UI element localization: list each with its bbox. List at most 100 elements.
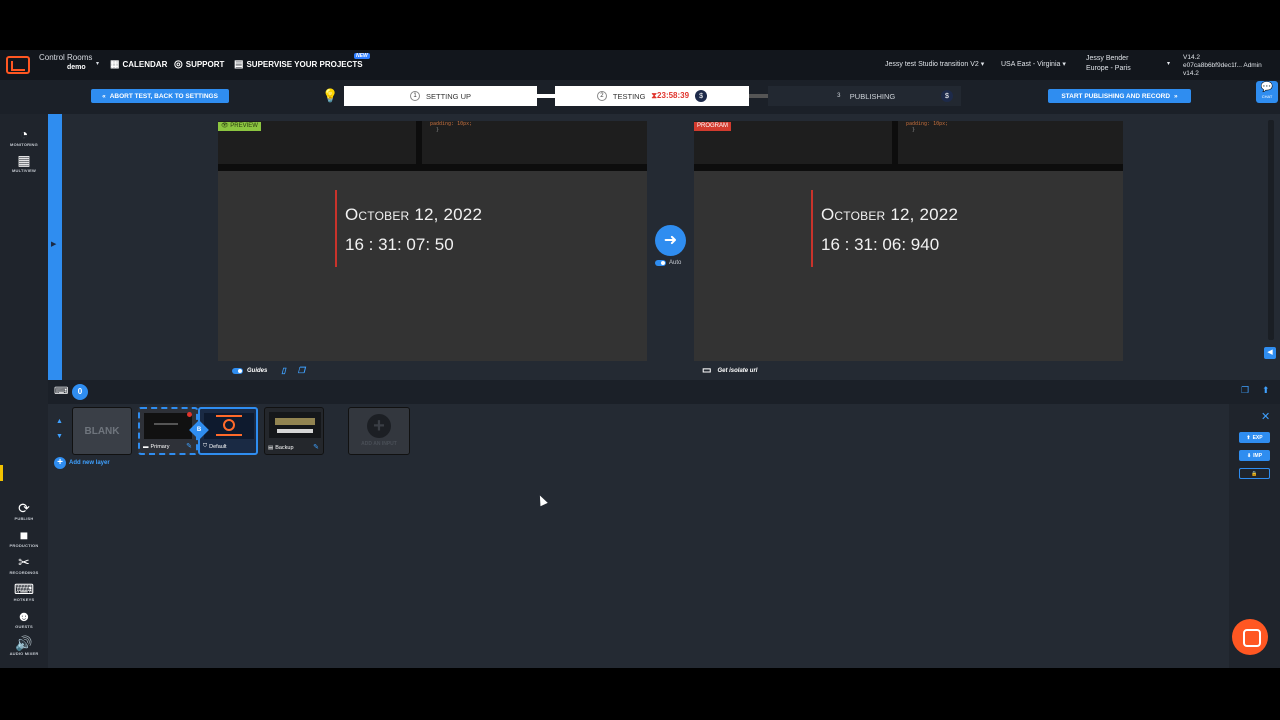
import-button[interactable]: ⬇ IMP [1239, 450, 1270, 461]
sidebar-item-hotkeys[interactable]: ⌨ HOTKEYS [4, 581, 44, 602]
sidebar-item-label: GUESTS [15, 624, 33, 629]
camera-icon: ▬ [143, 444, 149, 450]
layer-down-arrow-icon[interactable]: ▼ [56, 433, 63, 440]
user-menu[interactable]: Jessy Bender Europe - Paris [1086, 54, 1131, 74]
program-monitor[interactable]: padding: 10px; } October 12, 2022 16 : 3… [694, 121, 1123, 361]
guides-toggle[interactable]: Guides ▯ ❐ [232, 366, 305, 375]
help-chat-button[interactable] [1232, 619, 1268, 655]
default-thumbnail [204, 413, 254, 439]
sidebar-item-recordings[interactable]: ✂ RECORDINGS [4, 554, 44, 575]
copy-icon[interactable]: ❐ [298, 366, 305, 375]
isolate-url-link[interactable]: ▭ Get isolate url [702, 365, 757, 376]
layers-toolbar: ⌨ 0 ❐ ⬆ [48, 380, 1280, 404]
abort-test-button[interactable]: « ABORT TEST, BACK TO SETTINGS [91, 89, 229, 103]
mobile-icon[interactable]: ▯ [281, 366, 285, 375]
switch-diamond-icon[interactable]: B [189, 420, 209, 440]
step-connector [537, 94, 555, 98]
step-label: SETTING UP [425, 91, 471, 101]
recordings-icon: ✂ [18, 554, 30, 570]
export-button[interactable]: ⬆ EXP [1239, 432, 1270, 443]
program-time: 16 : 31: 06: 940 [821, 235, 940, 254]
sidebar-item-production[interactable]: ■ PRODUCTION [4, 527, 44, 548]
sidebar-item-guests[interactable]: ☻ GUESTS [4, 608, 44, 629]
arrow-up-icon[interactable]: ⬆ [1262, 385, 1270, 396]
start-publishing-label: START PUBLISHING AND RECORD [1061, 92, 1171, 100]
scrollbar[interactable] [1268, 120, 1274, 340]
sidebar-item-label: MULTIVIEW [12, 168, 36, 173]
copy-icon[interactable]: ❐ [1241, 385, 1249, 396]
preview-tag: 👁 PREVIEW [218, 122, 261, 131]
left-sidebar: ◔ MONITORING ▦ MULTIVIEW ⟳ PUBLISH ■ PRO… [0, 114, 48, 668]
edit-pencil-icon[interactable]: ✎ [186, 442, 192, 450]
collapse-panel-handle[interactable]: ▶ [48, 114, 62, 380]
lock-button[interactable]: 🔒 [1239, 468, 1270, 479]
auto-toggle[interactable]: Auto [655, 260, 681, 266]
default-label: ⛉ Default [203, 443, 227, 450]
step-testing[interactable]: 2 TESTING ⧗23:58:39 $ [555, 86, 749, 106]
blank-label: BLANK [84, 425, 120, 437]
lightbulb-icon[interactable]: 💡 [322, 88, 338, 104]
chat-label: CHAT [1261, 94, 1273, 99]
publish-icon: ⟳ [18, 500, 30, 516]
thumb-bar [277, 429, 313, 433]
add-input-label: ADD AN INPUT [361, 441, 397, 447]
production-icon: ■ [19, 527, 29, 543]
primary-label: ▬ Primary [143, 444, 169, 450]
plus-circle-icon: + [367, 414, 391, 438]
download-icon: ⬇ [1246, 452, 1252, 459]
step-publishing[interactable]: 3 PUBLISHING $ [768, 86, 961, 106]
sidebar-item-monitoring[interactable]: ◔ MONITORING [4, 126, 44, 147]
brand-name: Control Rooms [39, 53, 93, 62]
abort-test-label: ABORT TEST, BACK TO SETTINGS [109, 92, 218, 100]
sidebar-item-label: HOTKEYS [13, 597, 35, 602]
chat-button[interactable]: 💬 CHAT [1256, 81, 1278, 103]
nav-calendar[interactable]: ▦ CALENDAR [110, 59, 167, 70]
test-timer: ⧗23:58:39 [651, 91, 690, 100]
nav-calendar-label: CALENDAR [122, 60, 168, 69]
nav-support[interactable]: ◎ SUPPORT [174, 59, 224, 70]
chevron-right-icon: ▶ [51, 241, 57, 248]
toggle-switch[interactable] [232, 367, 243, 374]
toggle-switch[interactable] [655, 260, 666, 266]
blank-source-tile[interactable]: BLANK [72, 407, 132, 455]
close-icon[interactable]: ✕ [1261, 410, 1270, 423]
program-code-area: padding: 10px; } [694, 121, 1123, 171]
preview-code-area: padding: 10px; } [218, 121, 647, 171]
step-number: 1 [409, 91, 420, 101]
layer-count-badge: 0 [72, 384, 88, 400]
keyboard-icon[interactable]: ⌨ [54, 386, 68, 397]
workspace-selector[interactable]: Control Rooms ▾ demo [39, 53, 99, 73]
region-select[interactable]: USA East - Virginia ▾ [1001, 60, 1066, 68]
chevron-down-icon[interactable]: ▾ [1167, 60, 1170, 67]
transition-button[interactable]: ➜ [655, 225, 686, 256]
edit-pencil-icon[interactable]: ✎ [313, 443, 319, 451]
step-setting-up[interactable]: 1 SETTING UP [344, 86, 537, 106]
primary-source-tile[interactable]: ▬ Primary ✎ [138, 407, 198, 455]
monitoring-icon: ◔ [19, 126, 29, 142]
thumb-text-top [216, 415, 242, 417]
logo-icon[interactable] [6, 56, 30, 74]
add-new-layer-button[interactable]: + Add new layer [54, 457, 110, 469]
hotkeys-icon: ⌨ [13, 581, 35, 597]
audio-mixer-icon: 🔊 [15, 635, 33, 651]
backup-source-tile[interactable]: ▤ Backup ✎ [264, 407, 324, 455]
sidebar-item-label: PRODUCTION [9, 543, 39, 548]
add-input-tile[interactable]: + ADD AN INPUT [348, 407, 410, 455]
step-label: TESTING [612, 91, 646, 101]
sidebar-item-publish[interactable]: ⟳ PUBLISH [4, 500, 44, 521]
studio-select[interactable]: Jessy test Studio transition V2 ▾ [885, 60, 984, 68]
divider [218, 164, 647, 171]
backup-label: ▤ Backup [268, 445, 294, 451]
sidebar-item-label: RECORDINGS [9, 570, 39, 575]
nav-supervise-projects[interactable]: ▤ SUPERVISE YOUR PROJECTS [234, 59, 363, 70]
start-publishing-button[interactable]: START PUBLISHING AND RECORD » [1048, 89, 1191, 103]
test-timer-value: 23:58:39 [657, 91, 690, 100]
sidebar-item-multiview[interactable]: ▦ MULTIVIEW [4, 152, 44, 173]
layer-up-arrow-icon[interactable]: ▲ [56, 418, 63, 425]
sidebar-item-audio-mixer[interactable]: 🔊 AUDIO MIXER [4, 635, 44, 656]
volume-icon[interactable]: ◀ [1264, 347, 1276, 359]
primary-thumbnail [144, 413, 192, 439]
monitor-icon: ▭ [702, 365, 712, 376]
preview-monitor[interactable]: padding: 10px; } October 12, 2022 16 : 3… [218, 121, 647, 361]
import-label: IMP [1253, 452, 1263, 459]
